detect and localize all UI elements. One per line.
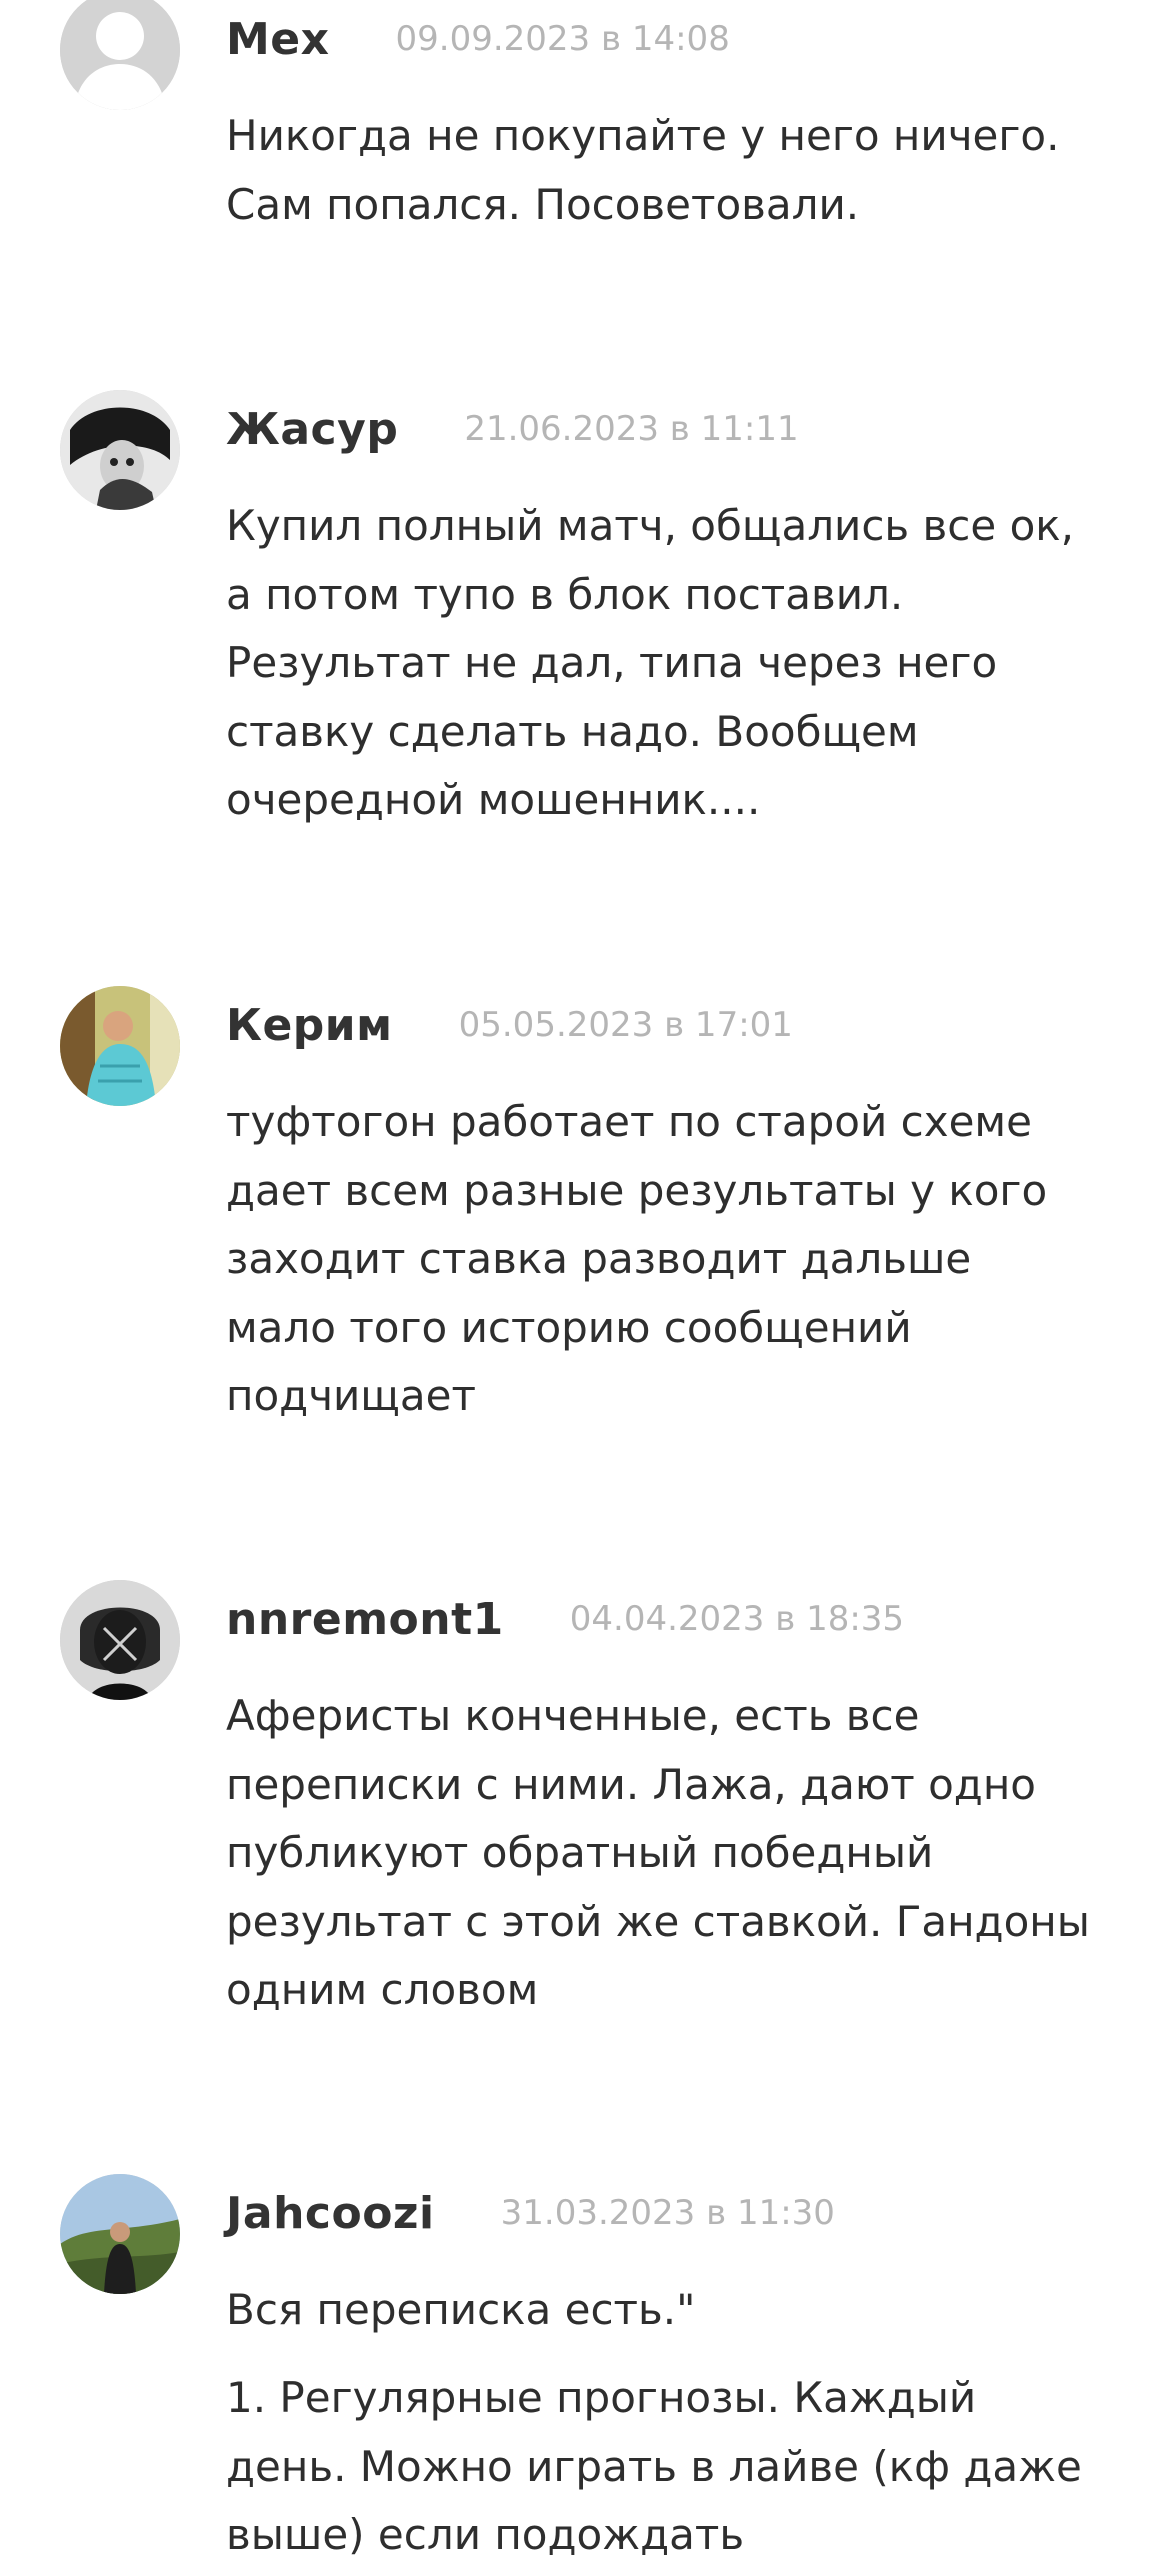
comment-line: а потом тупо в блок поставил. bbox=[226, 569, 904, 619]
comment-line: заходит ставка разводит дальше bbox=[226, 1234, 972, 1283]
comment-text: Купил полный матч, общались все ок, а по… bbox=[226, 492, 1126, 835]
comment-line: Никогда не покупайте у него ничего. bbox=[226, 111, 1060, 160]
comment-date[interactable]: 21.06.2023 в 11:11 bbox=[464, 409, 798, 449]
comment-line: дает всем разные результаты у кого bbox=[226, 1165, 1048, 1215]
comment-text: Никогда не покупайте у него ничего. Сам … bbox=[226, 102, 1126, 239]
comment-meta: Jahcoozi 31.03.2023 в 11:30 bbox=[226, 2178, 835, 2248]
comment-line: Результат не дал, типа через него bbox=[226, 638, 998, 687]
comment-line: очередной мошенник.... bbox=[226, 775, 761, 824]
comment-author[interactable]: Керим bbox=[226, 1000, 393, 1051]
comment-line: мало того историю сообщений bbox=[226, 1302, 912, 1352]
comment-text: Вся переписка есть." bbox=[226, 2276, 1126, 2345]
comment-author[interactable]: nnremont1 bbox=[226, 1594, 504, 1645]
comment-date[interactable]: 04.04.2023 в 18:35 bbox=[570, 1599, 904, 1639]
avatar[interactable] bbox=[60, 2174, 180, 2294]
comment-line: переписки с ними. Лажа, дают одно bbox=[226, 1759, 1036, 1809]
user-photo-icon bbox=[60, 2174, 180, 2294]
comment-author[interactable]: Jahcoozi bbox=[226, 2188, 435, 2239]
comment-author[interactable]: Mex bbox=[226, 14, 330, 65]
comment-author[interactable]: Жасур bbox=[226, 404, 398, 455]
comment-meta: Жасур 21.06.2023 в 11:11 bbox=[226, 394, 799, 464]
comment-date[interactable]: 31.03.2023 в 11:30 bbox=[501, 2193, 835, 2233]
comment-line: 1. Регулярные прогнозы. Каждый bbox=[226, 2373, 977, 2422]
comment-date[interactable]: 05.05.2023 в 17:01 bbox=[459, 1005, 793, 1045]
avatar[interactable] bbox=[60, 986, 180, 1106]
avatar[interactable] bbox=[60, 1580, 180, 1700]
comment-text: Аферисты конченные, есть все переписки с… bbox=[226, 1682, 1126, 2025]
comment-line: публикуют обратный победный bbox=[226, 1828, 934, 1877]
comment-line: Сам попался. Посоветовали. bbox=[226, 179, 860, 229]
avatar[interactable] bbox=[60, 390, 180, 510]
comment-meta: Керим 05.05.2023 в 17:01 bbox=[226, 990, 793, 1060]
user-photo-icon bbox=[60, 1580, 180, 1700]
user-photo-icon bbox=[60, 390, 180, 510]
comment-line: Вся переписка есть." bbox=[226, 2285, 696, 2334]
comment-line: туфтогон работает по старой схеме bbox=[226, 1097, 1032, 1146]
comment-text: туфтогон работает по старой схеме дает в… bbox=[226, 1088, 1126, 1431]
comment-date[interactable]: 09.09.2023 в 14:08 bbox=[396, 19, 730, 59]
comment-meta: Mex 09.09.2023 в 14:08 bbox=[226, 4, 730, 74]
comment-line: день. Можно играть в лайве (кф даже bbox=[226, 2441, 1082, 2491]
comment-line: выше) если подождать bbox=[226, 2510, 745, 2559]
avatar[interactable] bbox=[60, 0, 180, 110]
comment-line: ставку сделать надо. Вообщем bbox=[226, 706, 919, 756]
comment-line: Аферисты конченные, есть все bbox=[226, 1691, 920, 1740]
comment-line: результат с этой же ставкой. Гандоны bbox=[226, 1896, 1090, 1946]
comment-line: подчищает bbox=[226, 1371, 476, 1420]
comment-line: одним словом bbox=[226, 1965, 539, 2014]
user-photo-icon bbox=[60, 986, 180, 1106]
comment-meta: nnremont1 04.04.2023 в 18:35 bbox=[226, 1584, 904, 1654]
comment-line: Купил полный матч, общались все ок, bbox=[226, 501, 1074, 550]
default-user-icon bbox=[60, 0, 180, 110]
comment-text: 1. Регулярные прогнозы. Каждый день. Мож… bbox=[226, 2364, 1126, 2570]
